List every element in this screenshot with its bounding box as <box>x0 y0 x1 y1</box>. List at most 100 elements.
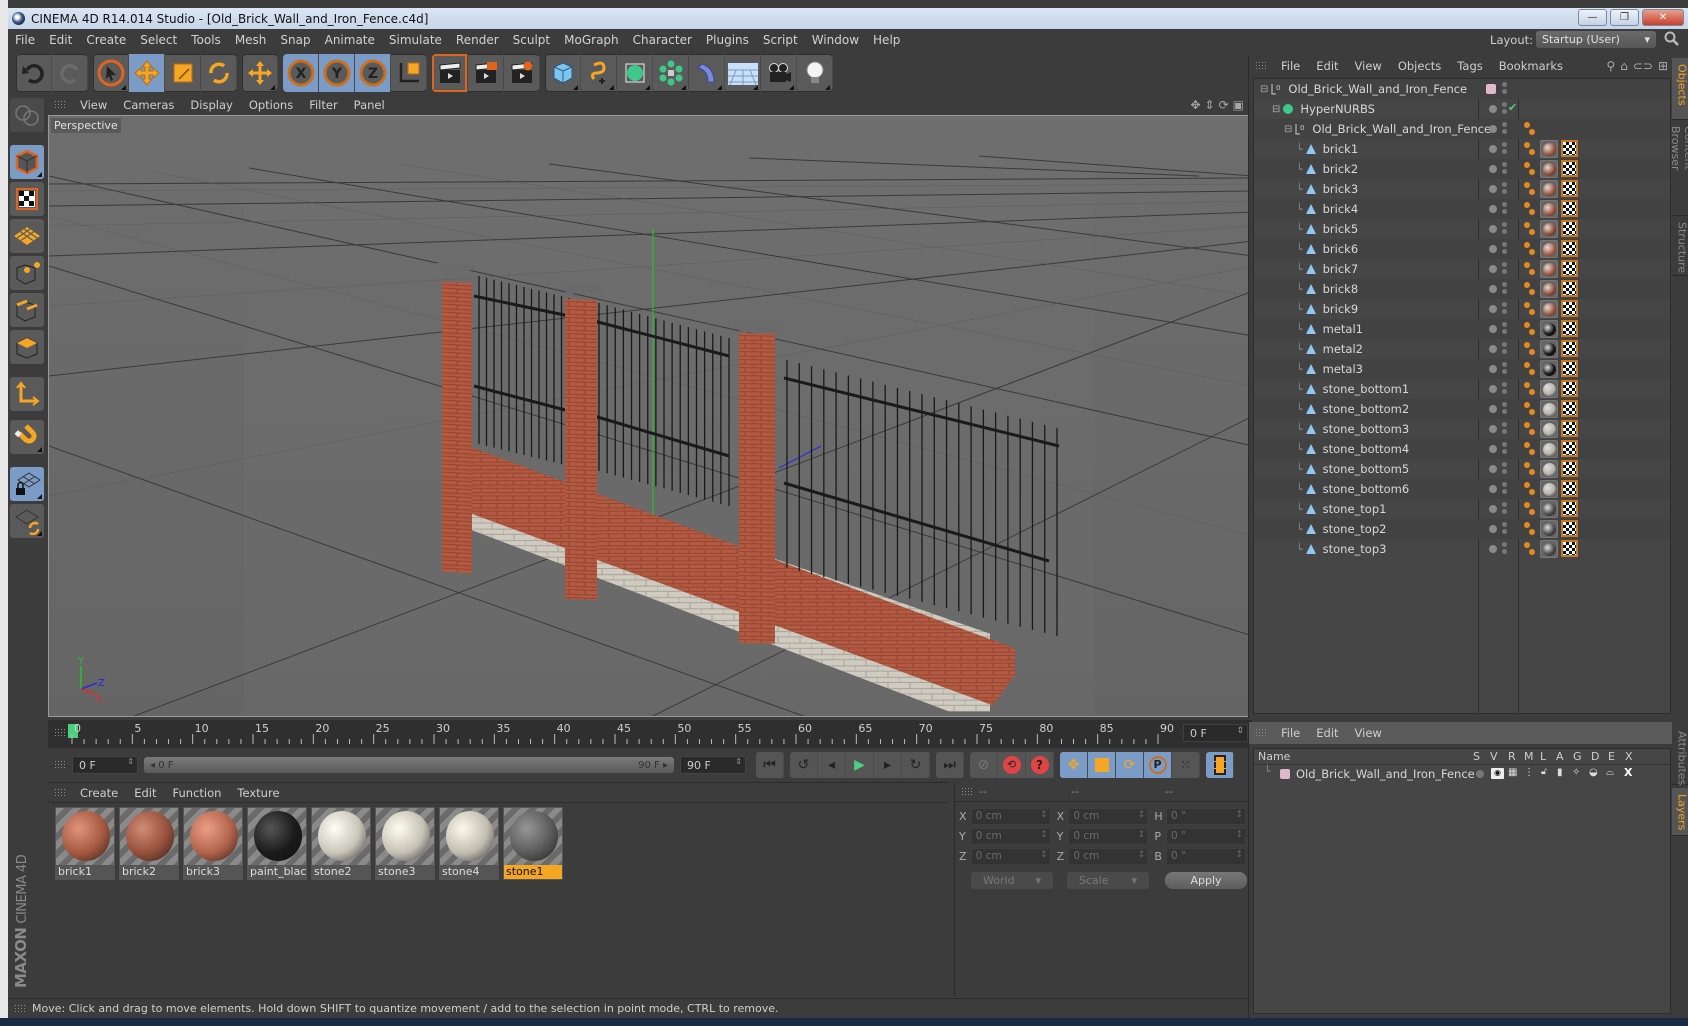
next-key-icon[interactable]: ↻ <box>902 752 930 778</box>
layer-menu-edit[interactable]: Edit <box>1308 726 1346 740</box>
phong-tag-icon[interactable] <box>1524 262 1530 268</box>
size-field[interactable]: 0 cm <box>1068 827 1149 845</box>
material-swatch[interactable]: stone4 <box>439 807 499 880</box>
material-tag-icon[interactable] <box>1540 520 1558 538</box>
uvw-tag-icon[interactable] <box>1561 520 1578 537</box>
uvw-tag-icon[interactable] <box>1561 440 1578 457</box>
viewport-menu-cameras[interactable]: Cameras <box>115 98 182 112</box>
size-field[interactable]: 0 cm <box>1068 847 1149 865</box>
render-visibility-dots[interactable] <box>1502 102 1507 107</box>
object-name[interactable]: brick1 <box>1323 142 1359 156</box>
uvw-tag-icon[interactable] <box>1561 420 1578 437</box>
object-name[interactable]: brick5 <box>1323 222 1359 236</box>
light-icon[interactable] <box>797 54 833 92</box>
object-menu-edit[interactable]: Edit <box>1308 59 1346 73</box>
object-menu-file[interactable]: File <box>1273 59 1308 73</box>
menu-mograph[interactable]: MoGraph <box>557 33 626 47</box>
viewport-menu-view[interactable]: View <box>72 98 115 112</box>
object-mode-icon[interactable] <box>10 145 44 179</box>
uvw-tag-icon[interactable] <box>1561 400 1578 417</box>
object-row[interactable]: └ brick1 <box>1254 139 1670 159</box>
object-row[interactable]: └ brick6 <box>1254 239 1670 259</box>
menu-create[interactable]: Create <box>79 33 133 47</box>
material-tag-icon[interactable] <box>1540 500 1558 518</box>
phong-tag-icon[interactable] <box>1524 142 1530 148</box>
points-mode-icon[interactable] <box>10 256 44 290</box>
object-name[interactable]: stone_bottom3 <box>1323 422 1410 436</box>
menu-select[interactable]: Select <box>133 33 184 47</box>
key-parameter-icon[interactable]: P <box>1144 752 1172 778</box>
phong-tag-icon[interactable] <box>1524 282 1530 288</box>
visible-eye-icon[interactable]: ◉ <box>1491 768 1504 779</box>
object-name[interactable]: brick2 <box>1323 162 1359 176</box>
object-row[interactable]: └ brick4 <box>1254 199 1670 219</box>
material-tag-icon[interactable] <box>1540 440 1558 458</box>
object-name[interactable]: brick8 <box>1323 282 1359 296</box>
phong-tag-icon[interactable] <box>1524 362 1530 368</box>
workplane-rotate-icon[interactable] <box>10 504 44 538</box>
close-button[interactable]: ✕ <box>1642 9 1684 26</box>
render-visibility-dots[interactable] <box>1502 442 1507 447</box>
object-row[interactable]: └ metal2 <box>1254 339 1670 359</box>
uvw-tag-icon[interactable] <box>1561 220 1578 237</box>
phong-tag-icon[interactable] <box>1524 182 1530 188</box>
minimize-button[interactable]: — <box>1578 9 1607 26</box>
object-name[interactable]: HyperNURBS <box>1300 102 1375 116</box>
coordinate-mode-dropdown[interactable]: World ▾ <box>971 871 1053 889</box>
uvw-tag-icon[interactable] <box>1561 360 1578 377</box>
object-row[interactable]: └ stone_top2 <box>1254 519 1670 539</box>
menu-snap[interactable]: Snap <box>273 33 317 47</box>
visibility-dot[interactable] <box>1489 285 1497 293</box>
size-field[interactable]: 0 cm <box>1068 807 1149 825</box>
material-swatch[interactable]: brick2 <box>119 807 179 880</box>
visibility-dot[interactable] <box>1489 345 1497 353</box>
menu-tools[interactable]: Tools <box>184 33 228 47</box>
expand-toggle-icon[interactable]: ⊟ <box>1260 84 1268 95</box>
material-tag-icon[interactable] <box>1540 300 1558 318</box>
object-menu-objects[interactable]: Objects <box>1390 59 1449 73</box>
phong-tag-icon[interactable] <box>1524 202 1530 208</box>
col-generators[interactable]: G <box>1573 750 1582 763</box>
render-visibility-dots[interactable] <box>1502 242 1507 247</box>
workplane-lock-icon[interactable] <box>10 467 44 501</box>
render-visibility-dots[interactable] <box>1502 522 1507 527</box>
render-visibility-dots[interactable] <box>1502 542 1507 547</box>
phong-tag-icon[interactable] <box>1524 422 1530 428</box>
phong-tag-icon[interactable] <box>1524 442 1530 448</box>
grip-icon[interactable] <box>54 787 66 798</box>
visibility-dot[interactable] <box>1489 365 1497 373</box>
render-visibility-dots[interactable] <box>1502 482 1507 487</box>
render-visibility-dots[interactable] <box>1502 302 1507 307</box>
render-visibility-dots[interactable] <box>1502 422 1507 427</box>
render-visibility-dots[interactable] <box>1502 282 1507 287</box>
object-row[interactable]: └ stone_bottom5 <box>1254 459 1670 479</box>
object-row[interactable]: └ stone_bottom6 <box>1254 479 1670 499</box>
position-field[interactable]: 0 cm <box>970 847 1051 865</box>
render-visibility-dots[interactable] <box>1502 162 1507 167</box>
autokey-icon[interactable]: ⟲ <box>998 752 1026 778</box>
phong-tag-icon[interactable] <box>1524 542 1530 548</box>
expression-icon[interactable]: ⌓ <box>1606 767 1614 778</box>
phong-tag-icon[interactable] <box>1524 302 1530 308</box>
object-name[interactable]: brick3 <box>1323 182 1359 196</box>
object-name[interactable]: stone_top1 <box>1323 502 1387 516</box>
visibility-dot[interactable] <box>1489 545 1497 553</box>
visibility-dot[interactable] <box>1489 525 1497 533</box>
col-animation[interactable]: A <box>1556 750 1564 763</box>
material-tag-icon[interactable] <box>1540 380 1558 398</box>
cube-icon[interactable] <box>545 54 581 92</box>
object-name[interactable]: stone_bottom4 <box>1323 442 1410 456</box>
pan-view-icon[interactable]: ✥ <box>1190 98 1200 112</box>
viewport-menu-options[interactable]: Options <box>241 98 301 112</box>
uvw-tag-icon[interactable] <box>1561 160 1578 177</box>
animation-film-icon[interactable]: ▮ <box>1557 767 1563 778</box>
visibility-dot[interactable] <box>1489 485 1497 493</box>
viewport-menu-display[interactable]: Display <box>182 98 240 112</box>
visibility-dot[interactable] <box>1489 105 1497 113</box>
grip-icon[interactable] <box>961 786 973 797</box>
render-view-icon[interactable] <box>432 54 468 92</box>
object-row[interactable]: └ brick3 <box>1254 179 1670 199</box>
object-name[interactable]: stone_bottom6 <box>1323 482 1410 496</box>
col-xref[interactable]: X <box>1625 750 1633 763</box>
object-row[interactable]: ⊟ HyperNURBS ✔ <box>1254 99 1670 119</box>
